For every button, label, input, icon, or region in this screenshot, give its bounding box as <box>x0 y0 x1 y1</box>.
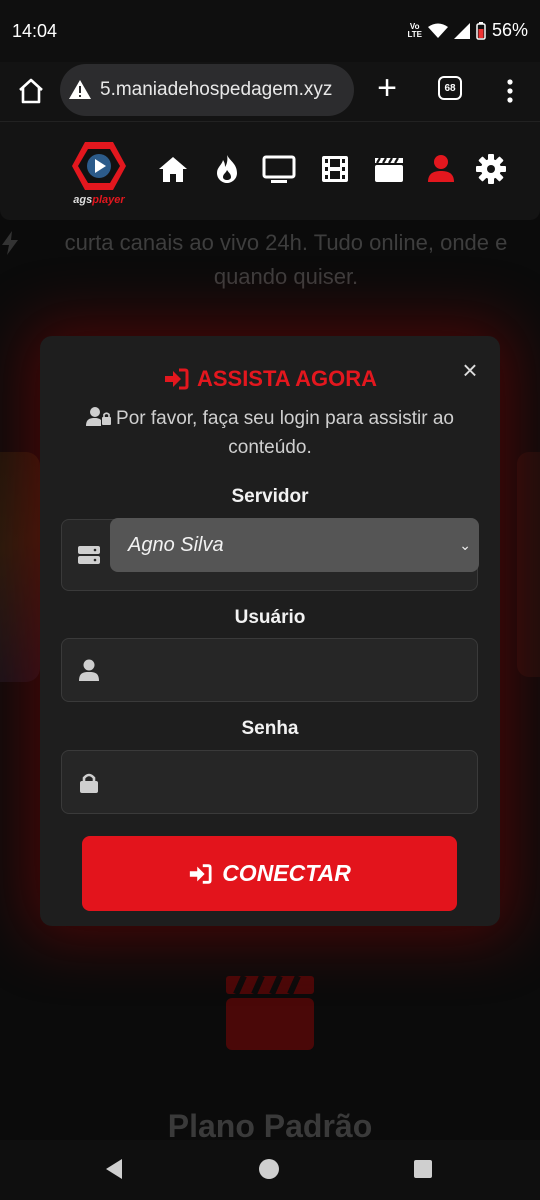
user-lock-icon <box>86 407 112 426</box>
film-icon[interactable] <box>318 152 352 186</box>
server-select-value: Agno Silva <box>128 534 224 556</box>
status-bar: 14:04 Vo LTE 56% <box>0 0 540 62</box>
home-button[interactable] <box>259 1159 279 1179</box>
volte-icon: Vo LTE <box>407 21 422 39</box>
warning-icon[interactable] <box>68 78 92 102</box>
logo-play-icon <box>72 142 126 190</box>
logo[interactable]: agsplayer <box>66 140 132 222</box>
modal-title-text: ASSISTA AGORA <box>196 366 378 391</box>
gear-icon[interactable] <box>474 152 508 186</box>
clapperboard-icon[interactable] <box>372 152 406 186</box>
carousel-slide-left[interactable] <box>0 452 40 682</box>
close-button[interactable]: × <box>458 357 482 383</box>
sign-in-icon <box>190 863 212 884</box>
username-field <box>61 638 478 702</box>
back-icon[interactable] <box>104 1158 124 1180</box>
password-field <box>61 750 478 814</box>
home-icon[interactable] <box>14 74 48 108</box>
logo-text-player: player <box>92 194 125 206</box>
server-field: Agno Silva ⌄ <box>61 518 479 591</box>
user-icon <box>79 659 99 681</box>
sign-in-icon <box>164 368 189 390</box>
modal-subtitle: Por favor, faça seu login para assistir … <box>70 404 470 462</box>
chevron-down-icon: ⌄ <box>459 537 471 553</box>
modal-title: ASSISTA AGORA <box>40 366 500 392</box>
status-time: 14:04 <box>12 21 58 41</box>
username-label: Usuário <box>234 607 306 628</box>
clapperboard-icon <box>226 974 314 1050</box>
bolt-icon <box>2 231 18 255</box>
modal-subtitle-text: Por favor, faça seu login para assistir … <box>116 408 454 458</box>
wifi-icon <box>427 23 448 38</box>
site-header: agsplayer <box>0 122 540 220</box>
server-label: Servidor <box>231 486 309 507</box>
status-icons: Vo LTE 56% <box>407 20 528 41</box>
fire-icon[interactable] <box>210 152 244 186</box>
new-tab-button[interactable]: + <box>372 71 402 106</box>
user-icon[interactable] <box>424 152 458 186</box>
lock-icon <box>80 773 98 793</box>
username-input[interactable] <box>112 649 462 691</box>
battery-percent: 56% <box>491 20 528 40</box>
connect-button-label: CONECTAR <box>222 860 351 886</box>
password-label: Senha <box>241 718 299 739</box>
system-nav-bar <box>0 1140 540 1200</box>
carousel-slide-right[interactable] <box>517 452 540 677</box>
server-icon <box>78 546 100 564</box>
browser-toolbar: 5.maniadehospedagem.xyz + 68 <box>0 62 540 122</box>
signal-icon <box>453 22 470 39</box>
hero-text: curta canais ao vivo 24h. Tudo online, o… <box>64 230 508 289</box>
recent-apps-button[interactable] <box>414 1160 432 1178</box>
address-bar[interactable]: 5.maniadehospedagem.xyz <box>60 64 354 116</box>
home-icon[interactable] <box>156 152 190 186</box>
tv-icon[interactable] <box>262 152 296 186</box>
server-select[interactable]: Agno Silva ⌄ <box>110 518 479 572</box>
more-options-icon[interactable] <box>500 76 520 106</box>
tab-switcher-button[interactable]: 68 <box>438 76 462 100</box>
url-text[interactable]: 5.maniadehospedagem.xyz <box>100 79 332 101</box>
logo-text-ags: ags <box>73 194 93 206</box>
battery-icon <box>476 21 486 40</box>
password-input[interactable] <box>112 761 462 803</box>
connect-button[interactable]: CONECTAR <box>82 836 457 911</box>
login-modal: ASSISTA AGORA × Por favor, faça seu logi… <box>40 336 500 926</box>
